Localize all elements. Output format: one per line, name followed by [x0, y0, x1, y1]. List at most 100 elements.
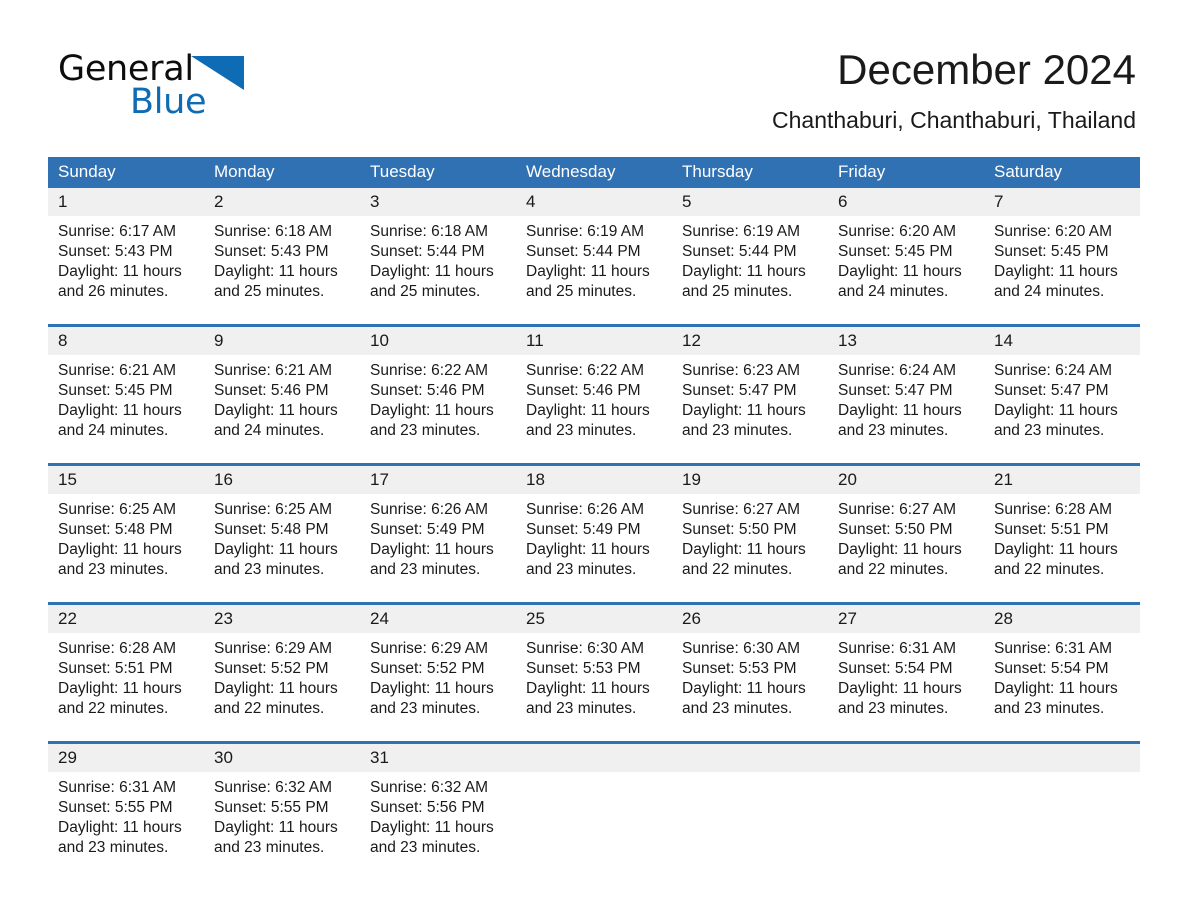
- day-cell[interactable]: Sunrise: 6:31 AM Sunset: 5:54 PM Dayligh…: [984, 633, 1140, 743]
- day-number[interactable]: 20: [828, 463, 984, 494]
- day-cell[interactable]: Sunrise: 6:20 AM Sunset: 5:45 PM Dayligh…: [828, 216, 984, 326]
- weekday-header-saturday: Saturday: [984, 157, 1140, 188]
- day-number[interactable]: 30: [204, 741, 360, 772]
- day-number[interactable]: 8: [48, 324, 204, 355]
- day-number[interactable]: 10: [360, 324, 516, 355]
- sunrise-text: Sunrise: 6:30 AM: [682, 640, 801, 657]
- day-number[interactable]: 28: [984, 602, 1140, 633]
- day-number[interactable]: 1: [48, 188, 204, 216]
- day-number[interactable]: 24: [360, 602, 516, 633]
- daylight-text: Daylight: 11 hours: [58, 402, 182, 419]
- day-number[interactable]: 15: [48, 463, 204, 494]
- daynumber-row: 8 9 10 11 12 13 14: [48, 324, 1140, 355]
- day-cell[interactable]: Sunrise: 6:24 AM Sunset: 5:47 PM Dayligh…: [984, 355, 1140, 465]
- daylight-text2: and 24 minutes.: [994, 283, 1105, 300]
- sunset-text: Sunset: 5:53 PM: [682, 660, 797, 677]
- day-cell[interactable]: Sunrise: 6:22 AM Sunset: 5:46 PM Dayligh…: [516, 355, 672, 465]
- day-cell[interactable]: Sunrise: 6:31 AM Sunset: 5:55 PM Dayligh…: [48, 772, 204, 880]
- day-cell[interactable]: Sunrise: 6:21 AM Sunset: 5:45 PM Dayligh…: [48, 355, 204, 465]
- day-cell[interactable]: Sunrise: 6:19 AM Sunset: 5:44 PM Dayligh…: [516, 216, 672, 326]
- day-cell[interactable]: Sunrise: 6:21 AM Sunset: 5:46 PM Dayligh…: [204, 355, 360, 465]
- daylight-text: Daylight: 11 hours: [682, 263, 806, 280]
- day-number[interactable]: 4: [516, 188, 672, 216]
- day-cell[interactable]: Sunrise: 6:23 AM Sunset: 5:47 PM Dayligh…: [672, 355, 828, 465]
- day-number[interactable]: 11: [516, 324, 672, 355]
- daylight-text: Daylight: 11 hours: [370, 819, 494, 836]
- day-number[interactable]: 5: [672, 188, 828, 216]
- daylight-text2: and 23 minutes.: [526, 561, 637, 578]
- day-cell[interactable]: Sunrise: 6:25 AM Sunset: 5:48 PM Dayligh…: [204, 494, 360, 604]
- day-cell[interactable]: Sunrise: 6:26 AM Sunset: 5:49 PM Dayligh…: [516, 494, 672, 604]
- day-cell[interactable]: Sunrise: 6:26 AM Sunset: 5:49 PM Dayligh…: [360, 494, 516, 604]
- sunrise-text: Sunrise: 6:20 AM: [994, 223, 1113, 240]
- day-cell[interactable]: Sunrise: 6:29 AM Sunset: 5:52 PM Dayligh…: [204, 633, 360, 743]
- sunset-text: Sunset: 5:50 PM: [682, 521, 797, 538]
- day-cell-empty: [672, 772, 828, 880]
- sunset-text: Sunset: 5:47 PM: [682, 382, 797, 399]
- sunrise-text: Sunrise: 6:19 AM: [526, 223, 645, 240]
- day-number[interactable]: 22: [48, 602, 204, 633]
- day-cell[interactable]: Sunrise: 6:22 AM Sunset: 5:46 PM Dayligh…: [360, 355, 516, 465]
- day-number[interactable]: 14: [984, 324, 1140, 355]
- daynumber-row: 1 2 3 4 5 6 7: [48, 188, 1140, 216]
- daylight-text2: and 23 minutes.: [214, 839, 325, 856]
- daylight-text: Daylight: 11 hours: [526, 541, 650, 558]
- day-cell[interactable]: Sunrise: 6:27 AM Sunset: 5:50 PM Dayligh…: [828, 494, 984, 604]
- day-number[interactable]: 26: [672, 602, 828, 633]
- calendar-table: Sunday Monday Tuesday Wednesday Thursday…: [48, 157, 1140, 880]
- sunrise-text: Sunrise: 6:22 AM: [526, 362, 645, 379]
- day-cell[interactable]: Sunrise: 6:30 AM Sunset: 5:53 PM Dayligh…: [516, 633, 672, 743]
- sunrise-text: Sunrise: 6:26 AM: [370, 501, 489, 518]
- day-number[interactable]: 29: [48, 741, 204, 772]
- generalblue-logo[interactable]: General Blue: [58, 50, 388, 122]
- day-number[interactable]: 3: [360, 188, 516, 216]
- daylight-text: Daylight: 11 hours: [214, 819, 338, 836]
- day-cell[interactable]: Sunrise: 6:32 AM Sunset: 5:56 PM Dayligh…: [360, 772, 516, 880]
- weekday-header-tuesday: Tuesday: [360, 157, 516, 188]
- day-cell[interactable]: Sunrise: 6:18 AM Sunset: 5:43 PM Dayligh…: [204, 216, 360, 326]
- day-number[interactable]: 19: [672, 463, 828, 494]
- day-cell[interactable]: Sunrise: 6:24 AM Sunset: 5:47 PM Dayligh…: [828, 355, 984, 465]
- sunset-text: Sunset: 5:46 PM: [214, 382, 329, 399]
- title-block: December 2024 Chanthaburi, Chanthaburi, …: [772, 44, 1136, 134]
- sunset-text: Sunset: 5:48 PM: [214, 521, 329, 538]
- day-cell[interactable]: Sunrise: 6:18 AM Sunset: 5:44 PM Dayligh…: [360, 216, 516, 326]
- sunset-text: Sunset: 5:55 PM: [58, 799, 173, 816]
- day-cell[interactable]: Sunrise: 6:30 AM Sunset: 5:53 PM Dayligh…: [672, 633, 828, 743]
- day-cell[interactable]: Sunrise: 6:25 AM Sunset: 5:48 PM Dayligh…: [48, 494, 204, 604]
- day-cell[interactable]: Sunrise: 6:28 AM Sunset: 5:51 PM Dayligh…: [48, 633, 204, 743]
- day-cell[interactable]: Sunrise: 6:19 AM Sunset: 5:44 PM Dayligh…: [672, 216, 828, 326]
- day-number[interactable]: 13: [828, 324, 984, 355]
- day-number[interactable]: 27: [828, 602, 984, 633]
- day-number[interactable]: 17: [360, 463, 516, 494]
- day-number[interactable]: 21: [984, 463, 1140, 494]
- day-number[interactable]: 7: [984, 188, 1140, 216]
- day-number[interactable]: 6: [828, 188, 984, 216]
- sunset-text: Sunset: 5:44 PM: [682, 243, 797, 260]
- sunset-text: Sunset: 5:55 PM: [214, 799, 329, 816]
- day-cell[interactable]: Sunrise: 6:28 AM Sunset: 5:51 PM Dayligh…: [984, 494, 1140, 604]
- weekday-header-monday: Monday: [204, 157, 360, 188]
- sunset-text: Sunset: 5:43 PM: [214, 243, 329, 260]
- day-cell[interactable]: Sunrise: 6:29 AM Sunset: 5:52 PM Dayligh…: [360, 633, 516, 743]
- daylight-text2: and 22 minutes.: [682, 561, 793, 578]
- day-cell[interactable]: Sunrise: 6:20 AM Sunset: 5:45 PM Dayligh…: [984, 216, 1140, 326]
- day-detail-row: Sunrise: 6:25 AM Sunset: 5:48 PM Dayligh…: [48, 494, 1140, 604]
- day-number[interactable]: 31: [360, 741, 516, 772]
- day-number[interactable]: 2: [204, 188, 360, 216]
- day-number[interactable]: 16: [204, 463, 360, 494]
- day-cell[interactable]: Sunrise: 6:32 AM Sunset: 5:55 PM Dayligh…: [204, 772, 360, 880]
- day-number[interactable]: 23: [204, 602, 360, 633]
- sunrise-text: Sunrise: 6:30 AM: [526, 640, 645, 657]
- day-number[interactable]: 25: [516, 602, 672, 633]
- day-number[interactable]: 18: [516, 463, 672, 494]
- sunrise-text: Sunrise: 6:18 AM: [370, 223, 489, 240]
- sunset-text: Sunset: 5:46 PM: [526, 382, 641, 399]
- day-number[interactable]: 9: [204, 324, 360, 355]
- day-cell[interactable]: Sunrise: 6:31 AM Sunset: 5:54 PM Dayligh…: [828, 633, 984, 743]
- sunset-text: Sunset: 5:52 PM: [214, 660, 329, 677]
- day-cell[interactable]: Sunrise: 6:17 AM Sunset: 5:43 PM Dayligh…: [48, 216, 204, 326]
- sunset-text: Sunset: 5:49 PM: [370, 521, 485, 538]
- day-cell[interactable]: Sunrise: 6:27 AM Sunset: 5:50 PM Dayligh…: [672, 494, 828, 604]
- day-number[interactable]: 12: [672, 324, 828, 355]
